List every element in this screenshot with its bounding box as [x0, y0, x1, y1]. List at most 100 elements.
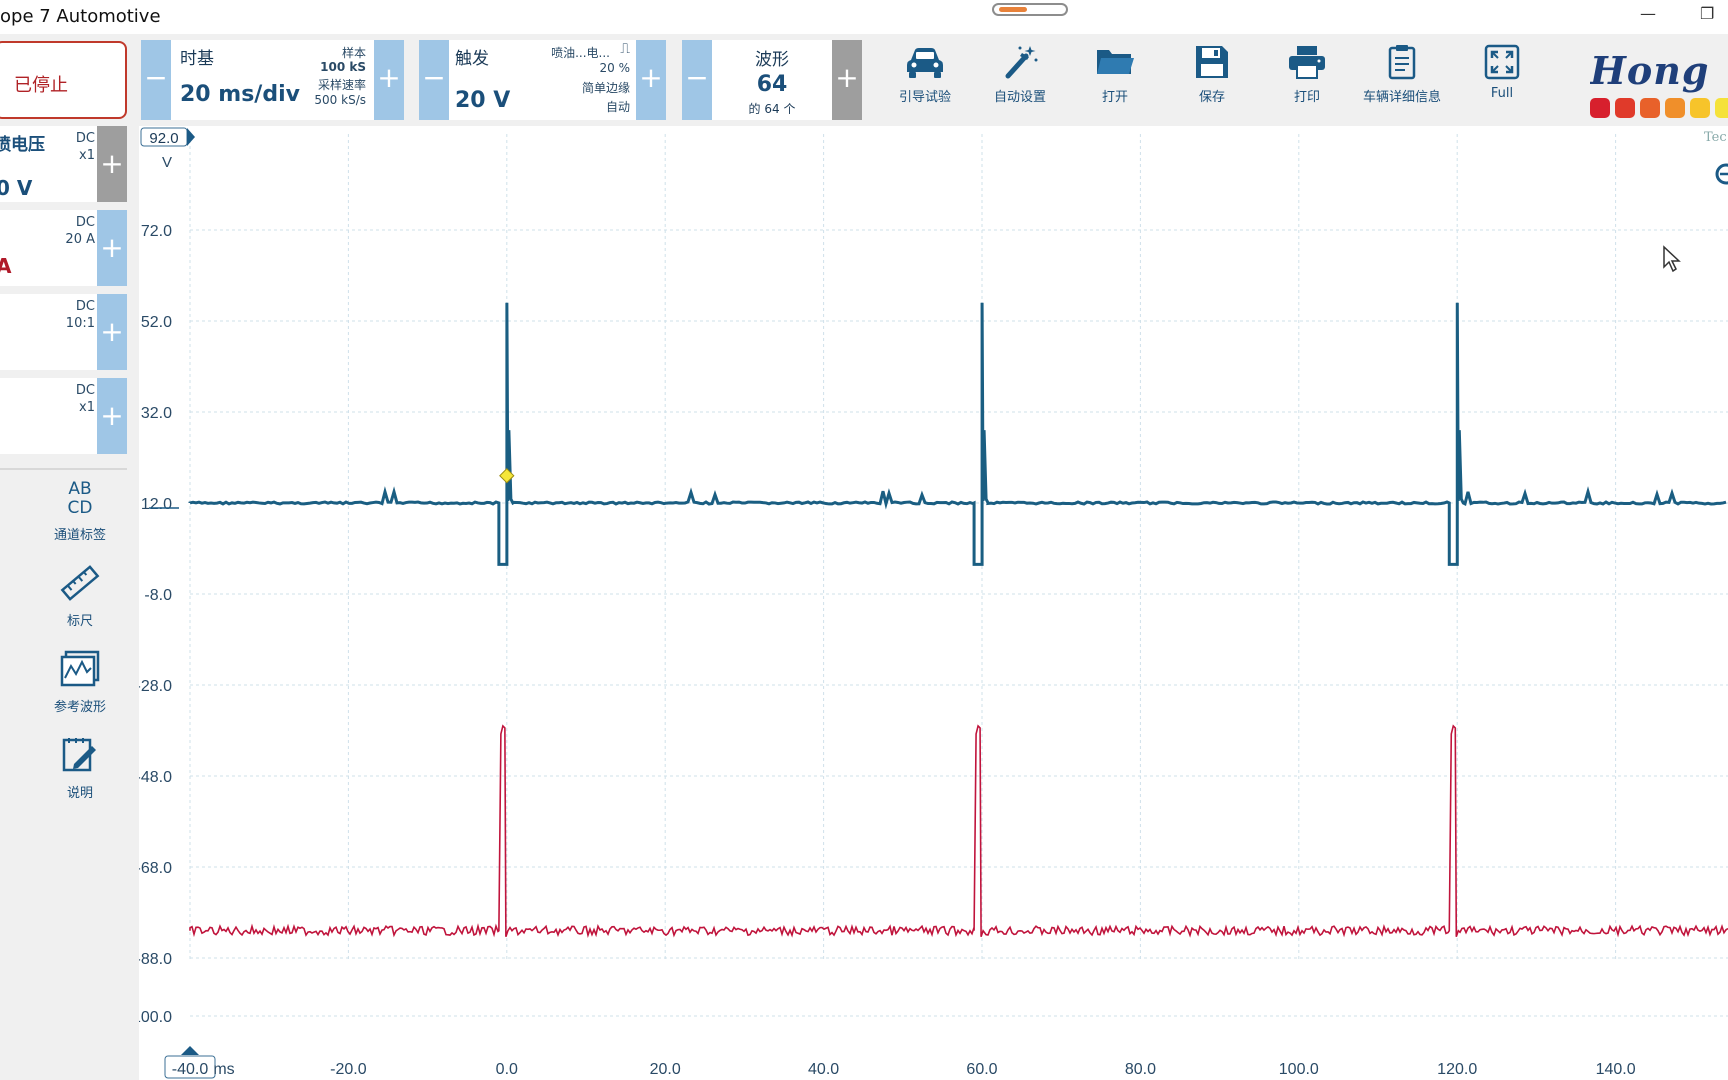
x-tick-label: 20.0	[650, 1061, 681, 1078]
sample-rate-value: 500 kS/s	[314, 93, 366, 107]
magic-wand-icon	[1005, 46, 1038, 79]
channel-a-settings: DC x1	[76, 130, 95, 164]
floppy-disk-icon	[1196, 46, 1228, 78]
logo-square	[1715, 98, 1728, 118]
waveform-buffer-control: − 波形 64 的 64 个 +	[682, 40, 862, 120]
channel-c-range: 10:1	[65, 316, 95, 331]
waveform-next-button[interactable]: +	[832, 40, 862, 120]
channel-a-add-button[interactable]: +	[97, 126, 127, 202]
fullscreen-button[interactable]: Full	[1457, 40, 1547, 120]
open-label: 打开	[1101, 90, 1128, 105]
channel-d-panel[interactable]: DC x1 +	[0, 378, 127, 454]
y-tick-label: -28.0	[139, 678, 172, 695]
clipboard-icon	[1388, 45, 1416, 80]
trigger-mode: 自动	[605, 100, 630, 114]
abcd-icon: AB CD	[68, 479, 93, 518]
y-axis-handle	[187, 128, 195, 146]
scope-view[interactable]: 72.0 52.0 32.0 12.0 -8.0 -28.0 -48.0 -68.0 -88.0…	[127, 126, 1728, 1080]
start-stop-button[interactable]: 已停止	[0, 41, 127, 119]
timebase-value: 20 ms/div	[180, 82, 300, 107]
rulers-label: 标尺	[66, 614, 93, 629]
x-axis-handle	[181, 1046, 199, 1055]
reference-waveform-icon	[60, 650, 100, 687]
vehicle-details-button[interactable]: 车辆详细信息	[1357, 40, 1447, 120]
samples-label: 样本	[341, 46, 366, 60]
logo-wordmark: Hong	[1590, 48, 1710, 93]
waveform-display[interactable]: 波形 64 的 64 个	[712, 40, 832, 120]
timebase-display[interactable]: 时基 20 ms/div 样本 100 kS 采样速率 500 kS/s	[171, 40, 374, 120]
waveform-index: 64	[756, 72, 788, 97]
print-label: 打印	[1293, 90, 1320, 105]
channel-b-add-button[interactable]: +	[97, 210, 127, 286]
x-tick-label: 60.0	[966, 1061, 997, 1078]
folder-icon	[1097, 50, 1134, 74]
y-tick-label: -8.0	[144, 587, 172, 604]
restore-button[interactable]: ❐	[1700, 4, 1714, 23]
x-tick-label: 100.0	[1279, 1061, 1319, 1078]
auto-setup-button[interactable]: 自动设置	[975, 40, 1065, 120]
rulers-button[interactable]: 标尺	[40, 564, 120, 629]
y-tick-label: -68.0	[139, 860, 172, 877]
y-tick-label: -48.0	[139, 769, 172, 786]
car-icon	[907, 48, 943, 78]
y-tick-label: 12.0	[141, 496, 172, 513]
title-bar: ope 7 Automotive — ❐	[0, 0, 1728, 34]
notes-label: 说明	[66, 786, 93, 801]
y-tick-label: -88.0	[139, 951, 172, 968]
channel-d-range: x1	[79, 400, 95, 415]
trigger-percent: 20 %	[599, 61, 631, 75]
channel-b-coupling: DC	[75, 215, 95, 230]
svg-text:AB: AB	[68, 479, 91, 499]
toolbar-scroll-pill[interactable]	[992, 3, 1068, 16]
channel-c-settings: DC 10:1	[66, 298, 95, 332]
trigger-increase-button[interactable]: +	[636, 40, 666, 120]
minimize-button[interactable]: —	[1640, 4, 1656, 23]
zoom-tool-icon[interactable]	[1714, 162, 1728, 186]
timebase-decrease-button[interactable]: −	[141, 40, 171, 120]
auto-setup-label: 自动设置	[993, 90, 1046, 105]
y-tick-label: 32.0	[141, 405, 172, 422]
channel-a-panel[interactable]: 喷电压 0 V DC x1 +	[0, 126, 127, 202]
samples-value: 100 kS	[320, 60, 366, 74]
x-tick-label: -20.0	[330, 1061, 367, 1078]
trigger-control: − 触发 20 V 喷油...电... ⎍ 20 % 简单边缘 自动 +	[419, 40, 666, 120]
mouse-cursor-icon	[1663, 245, 1681, 273]
channel-c-coupling: DC	[75, 299, 95, 314]
waveform-label: 波形	[755, 50, 789, 70]
logo-square	[1640, 98, 1660, 118]
channel-a-coupling: DC	[75, 131, 95, 146]
scroll-pill-thumb[interactable]	[999, 7, 1027, 12]
channel-b-settings: DC 20 A	[65, 214, 95, 248]
x-tick-label: 40.0	[808, 1061, 839, 1078]
trigger-decrease-button[interactable]: −	[419, 40, 449, 120]
print-button[interactable]: 打印	[1262, 40, 1352, 120]
vehicle-details-label: 车辆详细信息	[1362, 90, 1441, 105]
x-tick-label: 80.0	[1125, 1061, 1156, 1078]
x-tick-label: 140.0	[1596, 1061, 1636, 1078]
logo-square	[1665, 98, 1685, 118]
y-tick-label: 52.0	[141, 314, 172, 331]
channel-labels-button[interactable]: AB CD 通道标签	[40, 478, 120, 543]
waveform-previous-button[interactable]: −	[682, 40, 712, 120]
sample-rate-label: 采样速率	[317, 78, 366, 92]
channel-d-add-button[interactable]: +	[97, 378, 127, 454]
timebase-increase-button[interactable]: +	[374, 40, 404, 120]
main-toolbar: 已停止 − 时基 20 ms/div 样本 100 kS 采样速率 500 kS…	[0, 34, 1728, 145]
waveform-total: 的 64 个	[748, 102, 796, 116]
guided-test-button[interactable]: 引导试验	[880, 40, 970, 120]
channel-b-panel[interactable]: A DC 20 A +	[0, 210, 127, 286]
save-button[interactable]: 保存	[1167, 40, 1257, 120]
channel-c-panel[interactable]: DC 10:1 +	[0, 294, 127, 370]
open-button[interactable]: 打开	[1070, 40, 1160, 120]
x-tick-label: -40.0	[172, 1061, 209, 1078]
trigger-type: 简单边缘	[581, 81, 630, 95]
trigger-display[interactable]: 触发 20 V 喷油...电... ⎍ 20 % 简单边缘 自动	[449, 40, 636, 120]
x-unit-label: ms	[213, 1061, 234, 1078]
notes-button[interactable]: 说明	[40, 736, 120, 801]
oscilloscope-graph[interactable]: 72.0 52.0 32.0 12.0 -8.0 -28.0 -48.0 -68.0 -88.0…	[127, 126, 1728, 1080]
reference-waveforms-button[interactable]: 参考波形	[40, 650, 120, 715]
y-tick-label: -100.0	[139, 1009, 172, 1026]
y-tick-label: 72.0	[141, 223, 172, 240]
channel-c-add-button[interactable]: +	[97, 294, 127, 370]
y-top-label: 92.0	[149, 130, 178, 147]
